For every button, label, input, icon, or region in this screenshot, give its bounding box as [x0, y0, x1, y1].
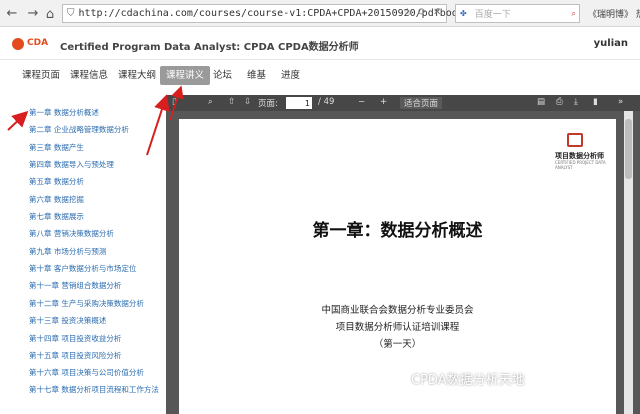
chapter-heading: 第一章：数据分析概述 — [312, 221, 483, 241]
search-icon[interactable]: ⌕ — [572, 9, 576, 19]
tab-handouts[interactable]: 课程讲义 — [160, 66, 211, 85]
chapter-link[interactable]: 第十四章 项目投资收益分析 — [29, 333, 121, 344]
chapter-link[interactable]: 第三章 数据产生 — [29, 142, 84, 153]
chapter-link[interactable]: 第十二章 生产与采购决策数据分析 — [29, 298, 144, 309]
sidebar-toggle-icon[interactable]: ▯ — [172, 97, 177, 107]
chapter-link[interactable]: 第十三章 投资决策概述 — [29, 315, 106, 326]
home-icon[interactable]: ⌂ — [41, 5, 59, 23]
cpda-logo-subtext: CERTIFIED PROJECT DATA ANALYST — [555, 160, 606, 170]
organizer-line: 中国商业联合会数据分析专业委员会 — [321, 305, 474, 316]
print-icon[interactable]: ⎙ — [556, 97, 563, 107]
zoom-select[interactable]: 适合页面 — [400, 97, 443, 109]
course-line: 项目数据分析师认证培训课程 — [335, 322, 460, 333]
site-logo-text[interactable]: CDA — [27, 38, 48, 48]
pdf-toolbar: ▯ ⌕ ⇧ ⇩ 页面: / 49 − + 适合页面 ▤ ⎙ ⤓ ▮ » — [166, 95, 640, 111]
total-pages: / 49 — [318, 97, 335, 107]
watermark-text: CPDA数据分析天地 — [411, 373, 525, 388]
chapter-link[interactable]: 第二章 企业战略管理数据分析 — [29, 124, 129, 135]
chapter-link[interactable]: 第四章 数据导入与预处理 — [29, 159, 114, 170]
open-file-icon[interactable]: ▤ — [537, 97, 545, 107]
tab-progress[interactable]: 进度 — [275, 66, 306, 85]
chapter-link[interactable]: 第十一章 营销组合数据分析 — [29, 280, 121, 291]
shield-icon: ⛉ — [67, 8, 75, 19]
tab-course-page[interactable]: 课程页面 — [16, 66, 66, 85]
search-engine-icon: ✤ — [460, 9, 467, 18]
scroll-thumb[interactable] — [625, 119, 632, 179]
search-icon[interactable]: ⌕ — [208, 97, 213, 107]
address-bar[interactable]: ⛉ http://cdachina.com/courses/course-v1:… — [62, 4, 482, 23]
chapter-link[interactable]: 第十章 客户数据分析与市场定位 — [29, 263, 136, 274]
forward-icon[interactable]: → — [24, 4, 42, 22]
username[interactable]: yulian — [594, 38, 628, 49]
browser-extra-link[interactable]: 《瑞明博》 热搜 — [588, 7, 640, 20]
chapter-link[interactable]: 第六章 数据挖掘 — [29, 194, 84, 205]
chapter-link[interactable]: 第七章 数据展示 — [29, 211, 84, 222]
course-title: Certified Program Data Analyst: CPDA CPD… — [60, 42, 359, 53]
download-icon[interactable]: ⤓ — [574, 97, 578, 107]
bookmark-icon[interactable]: ▮ — [593, 97, 598, 107]
more-tools-icon[interactable]: » — [618, 97, 623, 107]
search-box[interactable]: ✤ 百度一下 ⌕ — [455, 4, 580, 23]
zoom-in-button[interactable]: + — [380, 97, 387, 107]
chapter-link[interactable]: 第五章 数据分析 — [29, 176, 84, 187]
tab-course-info[interactable]: 课程信息 — [64, 66, 114, 85]
course-tabs: 课程页面 课程信息 课程大纲 课程讲义 论坛 维基 进度 — [0, 62, 640, 88]
refresh-icon[interactable]: ⟳ — [418, 7, 426, 18]
page-number-input[interactable] — [286, 97, 312, 109]
pdf-scrollbar[interactable] — [624, 111, 633, 414]
chapter-link[interactable]: 第十七章 数据分析项目流程和工作方法 — [29, 385, 159, 395]
page-label: 页面: — [258, 99, 278, 109]
previous-page-icon[interactable]: ⇧ — [228, 97, 235, 107]
chapter-sidebar: 第一章 数据分析概述 第二章 企业战略管理数据分析 第三章 数据产生 第四章 数… — [21, 96, 166, 414]
day-line: （第一天） — [373, 339, 422, 350]
tab-wiki[interactable]: 维基 — [241, 66, 272, 85]
chapter-link[interactable]: 第一章 数据分析概述 — [29, 107, 99, 118]
next-page-icon[interactable]: ⇩ — [244, 97, 251, 107]
cpda-logo — [567, 133, 583, 147]
star-icon[interactable]: ☆ — [403, 7, 412, 18]
chapter-link[interactable]: 第十五章 项目投资风险分析 — [29, 350, 121, 361]
zoom-out-button[interactable]: − — [358, 97, 365, 107]
tab-syllabus[interactable]: 课程大纲 — [112, 66, 162, 85]
browser-toolbar: ← → ⌂ ⛉ http://cdachina.com/courses/cour… — [0, 0, 640, 27]
wechat-icon — [393, 375, 407, 386]
chapter-link[interactable]: 第十六章 项目决策与公司价值分析 — [29, 367, 144, 378]
site-logo[interactable] — [12, 38, 24, 50]
back-icon[interactable]: ← — [3, 4, 21, 22]
close-icon[interactable]: ✕ — [433, 7, 441, 18]
tab-forum[interactable]: 论坛 — [207, 66, 238, 85]
chapter-link[interactable]: 第八章 营销决策数据分析 — [29, 228, 114, 239]
search-placeholder[interactable]: 百度一下 — [475, 7, 511, 20]
chapter-link[interactable]: 第九章 市场分析与预测 — [29, 246, 106, 257]
site-header: CDA Certified Program Data Analyst: CPDA… — [0, 28, 640, 60]
watermark: CPDA数据分析天地 — [393, 369, 525, 388]
